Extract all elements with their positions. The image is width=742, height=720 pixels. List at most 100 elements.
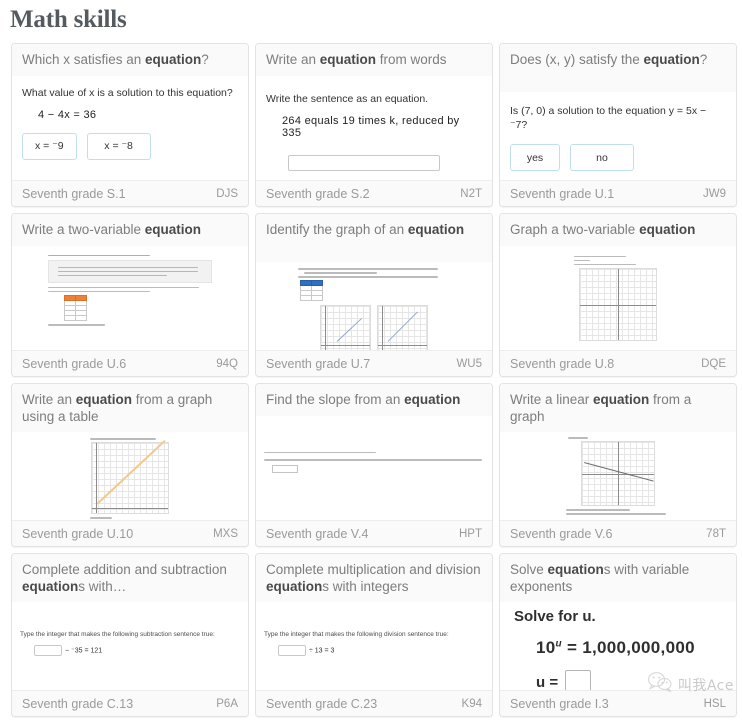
skill-code: MXS <box>213 527 238 540</box>
grade-label: Seventh grade U.8 <box>510 356 615 371</box>
preview-answer-input[interactable] <box>288 154 440 171</box>
title-text: Write an <box>22 392 76 407</box>
title-suffix: ? <box>699 52 708 67</box>
title-text: Find the slope from an <box>266 392 405 407</box>
grade-label: Seventh grade S.2 <box>266 186 370 201</box>
title-keyword: equation <box>22 578 79 594</box>
preview-question: Write the sentence as an equation. <box>266 92 429 105</box>
preview-question: Type the integer that makes the followin… <box>264 631 449 638</box>
skill-card-title: Complete multiplication and division equ… <box>256 554 492 602</box>
choice-option[interactable]: x = ⁻8 <box>86 132 151 160</box>
grade-label: Seventh grade U.1 <box>510 186 615 201</box>
preview-answer-input[interactable] <box>34 645 62 656</box>
grade-label: Seventh grade S.1 <box>22 186 126 201</box>
title-keyword: equation <box>404 392 461 407</box>
skill-card-title: Write an equation from a graph using a t… <box>12 384 248 432</box>
choice-option-no[interactable]: no <box>570 144 634 171</box>
skill-card-preview-thumbnail <box>500 245 736 350</box>
thumbnail-coordinate-grid[interactable] <box>579 268 657 342</box>
title-suffix: from words <box>376 52 447 67</box>
skill-card-footer: Seventh grade U.8 DQE <box>500 350 736 376</box>
preview-answer-input[interactable] <box>565 670 592 690</box>
skill-code: P6A <box>216 697 238 710</box>
thumbnail-coordinate-grid[interactable] <box>91 439 169 515</box>
title-keyword: equation <box>407 222 465 237</box>
skill-code: WU5 <box>456 357 482 370</box>
skill-card-title: Write a linear equation from a graph <box>500 384 736 432</box>
preview-choices: x = ⁻9 x = ⁻8 <box>22 132 238 160</box>
title-text: Complete multiplication and division <box>266 562 481 577</box>
skill-card-v4[interactable]: Find the slope from an equation Seventh … <box>255 383 493 547</box>
skill-card-title: Does (x, y) satisfy the equation? <box>500 44 736 92</box>
skill-card-preview-thumbnail <box>256 415 492 520</box>
skill-card-u6[interactable]: Write a two-variable equation Seventh gr… <box>11 213 249 377</box>
title-keyword: equation <box>144 222 202 237</box>
preview-equation: 4 − 4x = 36 <box>38 108 97 121</box>
thumbnail-answer-input[interactable] <box>272 465 298 474</box>
grade-label: Seventh grade I.3 <box>510 696 609 711</box>
skill-card-footer: Seventh grade V.6 78T <box>500 520 736 546</box>
skill-card-footer: Seventh grade U.10 MXS <box>12 520 248 546</box>
skill-card-preview-thumbnail <box>500 432 736 520</box>
thumbnail-word-problem <box>12 246 248 326</box>
skill-card-title: Find the slope from an equation <box>256 384 492 416</box>
title-keyword: equation <box>593 392 650 407</box>
skill-card-v6[interactable]: Write a linear equation from a graph Sev… <box>499 383 737 547</box>
title-keyword: equation <box>266 578 323 594</box>
skill-card-preview: Solve for u. 10u = 1,000,000,000 u = <box>500 602 736 690</box>
skill-card-c13[interactable]: Complete addition and subtraction equati… <box>11 553 249 717</box>
equation-exponent: u <box>555 638 562 650</box>
skill-card-c23[interactable]: Complete multiplication and division equ… <box>255 553 493 717</box>
thumbnail-panel <box>48 260 212 283</box>
skill-card-u10[interactable]: Write an equation from a graph using a t… <box>11 383 249 547</box>
thumbnail-slope-question <box>256 416 492 474</box>
grade-label: Seventh grade U.10 <box>22 526 134 541</box>
page-title: Math skills <box>10 6 127 33</box>
title-text: Which x satisfies an <box>22 52 146 67</box>
skill-card-preview: What value of x is a solution to this eq… <box>12 75 248 180</box>
title-text: Write a two-variable <box>22 222 145 237</box>
skill-card-i3[interactable]: Solve equations with variable exponents … <box>499 553 737 717</box>
thumbnail-table <box>64 295 87 322</box>
skill-card-preview: Type the integer that makes the followin… <box>256 602 492 690</box>
choice-option[interactable]: x = ⁻9 <box>22 132 77 160</box>
title-text: Solve <box>510 562 548 577</box>
preview-prompt: Solve for u. <box>514 608 596 625</box>
skill-card-preview: Is (7, 0) a solution to the equation y =… <box>500 92 736 180</box>
skill-card-footer: Seventh grade U.1 JW9 <box>500 180 736 206</box>
answer-label: u = <box>536 673 559 691</box>
skill-code: DQE <box>701 357 726 370</box>
title-text: Does (x, y) satisfy the <box>510 52 644 67</box>
title-keyword: equation <box>643 52 700 67</box>
skill-code: 78T <box>706 527 726 540</box>
skill-card-title: Which x satisfies an equation? <box>12 44 248 76</box>
preview-answer-input[interactable] <box>278 645 306 656</box>
skill-card-u8[interactable]: Graph a two-variable equation Seventh gr… <box>499 213 737 377</box>
thumbnail-graph-identify <box>256 262 492 350</box>
skill-card-title: Write a two-variable equation <box>12 214 248 246</box>
skill-card-footer: Seventh grade C.23 K94 <box>256 690 492 716</box>
skill-card-footer: Seventh grade V.4 HPT <box>256 520 492 546</box>
thumbnail-graph-option-a[interactable] <box>320 305 371 350</box>
skill-card-s2[interactable]: Write an equation from words Write the s… <box>255 43 493 207</box>
title-text: Write a linear <box>510 392 594 407</box>
title-suffix: s with… <box>78 578 127 594</box>
grade-label: Seventh grade U.7 <box>266 356 371 371</box>
choice-option-yes[interactable]: yes <box>510 144 560 171</box>
skill-card-u7[interactable]: Identify the graph of an equation Sevent… <box>255 213 493 377</box>
skill-code: HPT <box>459 527 482 540</box>
skill-card-s1[interactable]: Which x satisfies an equation? What valu… <box>11 43 249 207</box>
preview-equation-suffix: ÷ 13 = 3 <box>309 647 335 655</box>
title-text: Complete addition and subtraction <box>22 562 227 577</box>
skill-card-footer: Seventh grade S.1 DJS <box>12 180 248 206</box>
skill-card-footer: Seventh grade I.3 HSL <box>500 690 736 716</box>
skill-card-footer: Seventh grade C.13 P6A <box>12 690 248 716</box>
thumbnail-graph-option-b[interactable] <box>377 305 428 350</box>
skill-code: DJS <box>216 187 238 200</box>
skill-card-preview-thumbnail <box>12 432 248 520</box>
grade-label: Seventh grade V.4 <box>266 526 369 541</box>
title-text: Graph a two-variable <box>510 222 640 237</box>
thumbnail-coordinate-grid[interactable] <box>581 441 655 507</box>
skill-card-u1[interactable]: Does (x, y) satisfy the equation? Is (7,… <box>499 43 737 207</box>
title-suffix: ? <box>201 52 209 67</box>
